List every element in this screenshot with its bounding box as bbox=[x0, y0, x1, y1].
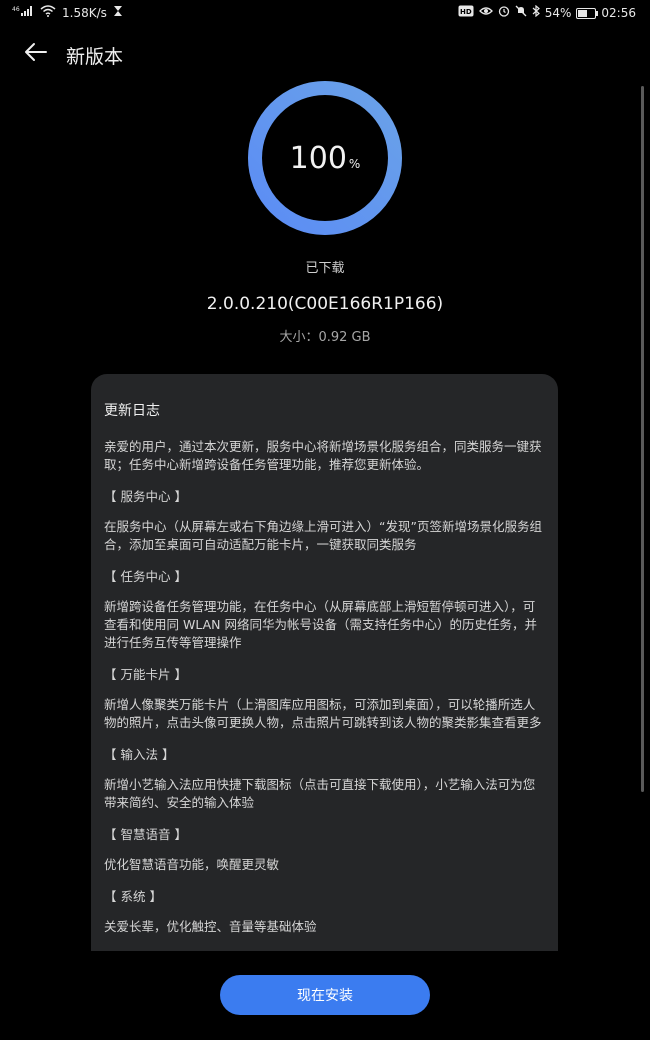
alarm-icon bbox=[498, 5, 510, 21]
update-screen: 46 1.58K/s HD 54% 02:56 新版本 100 % 已下载 2.… bbox=[0, 0, 650, 1040]
hd-icon: HD bbox=[458, 5, 474, 21]
section-body-service-center: 在服务中心（从屏幕左或右下角边缘上滑可进入）“发现”页签新增场景化服务组合，添加… bbox=[104, 519, 542, 552]
section-body-input-method: 新增小艺输入法应用快捷下载图标（点击可直接下载使用），小艺输入法可为您带来简约、… bbox=[104, 777, 536, 810]
clock: 02:56 bbox=[601, 6, 636, 20]
hd-badge: HD bbox=[460, 8, 472, 16]
progress-value: 100 bbox=[289, 140, 347, 176]
download-progress-ring: 100 % bbox=[247, 80, 403, 236]
changelog-content: 更新日志 亲爱的用户，通过本次更新，服务中心将新增场景化服务组合，同类服务一键获… bbox=[91, 374, 558, 936]
status-bar-right: HD 54% 02:56 bbox=[458, 4, 636, 21]
section-body-system: 关爱长辈，优化触控、音量等基础体验 bbox=[104, 919, 317, 934]
install-now-button[interactable]: 现在安装 bbox=[220, 975, 430, 1015]
svg-text:46: 46 bbox=[12, 6, 20, 13]
title-bar: 新版本 bbox=[0, 32, 650, 76]
bluetooth-icon bbox=[532, 4, 540, 21]
net-speed: 1.58K/s bbox=[62, 6, 107, 20]
silent-bell-icon bbox=[515, 5, 527, 21]
version-number: 2.0.0.210(C00E166R1P166) bbox=[206, 294, 444, 314]
section-heading-service-widget: 【 万能卡片 】 bbox=[104, 667, 187, 682]
download-status: 已下载 bbox=[305, 261, 345, 276]
cellular-signal-icon: 46 bbox=[12, 5, 34, 21]
progress-readout: 100 % bbox=[247, 80, 403, 236]
changelog-title: 更新日志 bbox=[104, 403, 160, 419]
section-body-task-center: 新增跨设备任务管理功能，在任务中心（从屏幕底部上滑短暂停顿可进入），可查看和使用… bbox=[104, 599, 537, 650]
section-body-smart-voice: 优化智慧语音功能，唤醒更灵敏 bbox=[104, 857, 280, 872]
section-heading-input-method: 【 输入法 】 bbox=[104, 747, 175, 762]
back-button[interactable] bbox=[20, 38, 52, 70]
section-heading-service-center: 【 服务中心 】 bbox=[104, 489, 187, 504]
page-scrollbar[interactable] bbox=[641, 86, 644, 792]
battery-percent: 54% bbox=[544, 6, 572, 20]
status-bar: 46 1.58K/s HD 54% 02:56 bbox=[0, 0, 650, 26]
wifi-icon bbox=[40, 5, 56, 21]
hourglass-icon bbox=[113, 5, 123, 21]
section-heading-smart-voice: 【 智慧语音 】 bbox=[104, 827, 187, 842]
status-bar-left: 46 1.58K/s bbox=[12, 5, 123, 21]
battery-icon bbox=[576, 7, 599, 19]
eye-icon bbox=[478, 5, 493, 21]
page-title: 新版本 bbox=[66, 46, 124, 68]
section-heading-system: 【 系统 】 bbox=[104, 889, 162, 904]
back-arrow-icon bbox=[24, 42, 48, 66]
section-heading-task-center: 【 任务中心 】 bbox=[104, 569, 187, 584]
progress-unit: % bbox=[348, 157, 361, 171]
changelog-intro: 亲爱的用户，通过本次更新，服务中心将新增场景化服务组合，同类服务一键获取；任务中… bbox=[104, 439, 542, 472]
changelog-card[interactable]: 更新日志 亲爱的用户，通过本次更新，服务中心将新增场景化服务组合，同类服务一键获… bbox=[91, 374, 558, 951]
section-body-service-widget: 新增人像聚类万能卡片（上滑图库应用图标，可添加到桌面），可以轮播所选人物的照片，… bbox=[104, 697, 542, 730]
package-size: 大小：0.92 GB bbox=[279, 330, 371, 345]
